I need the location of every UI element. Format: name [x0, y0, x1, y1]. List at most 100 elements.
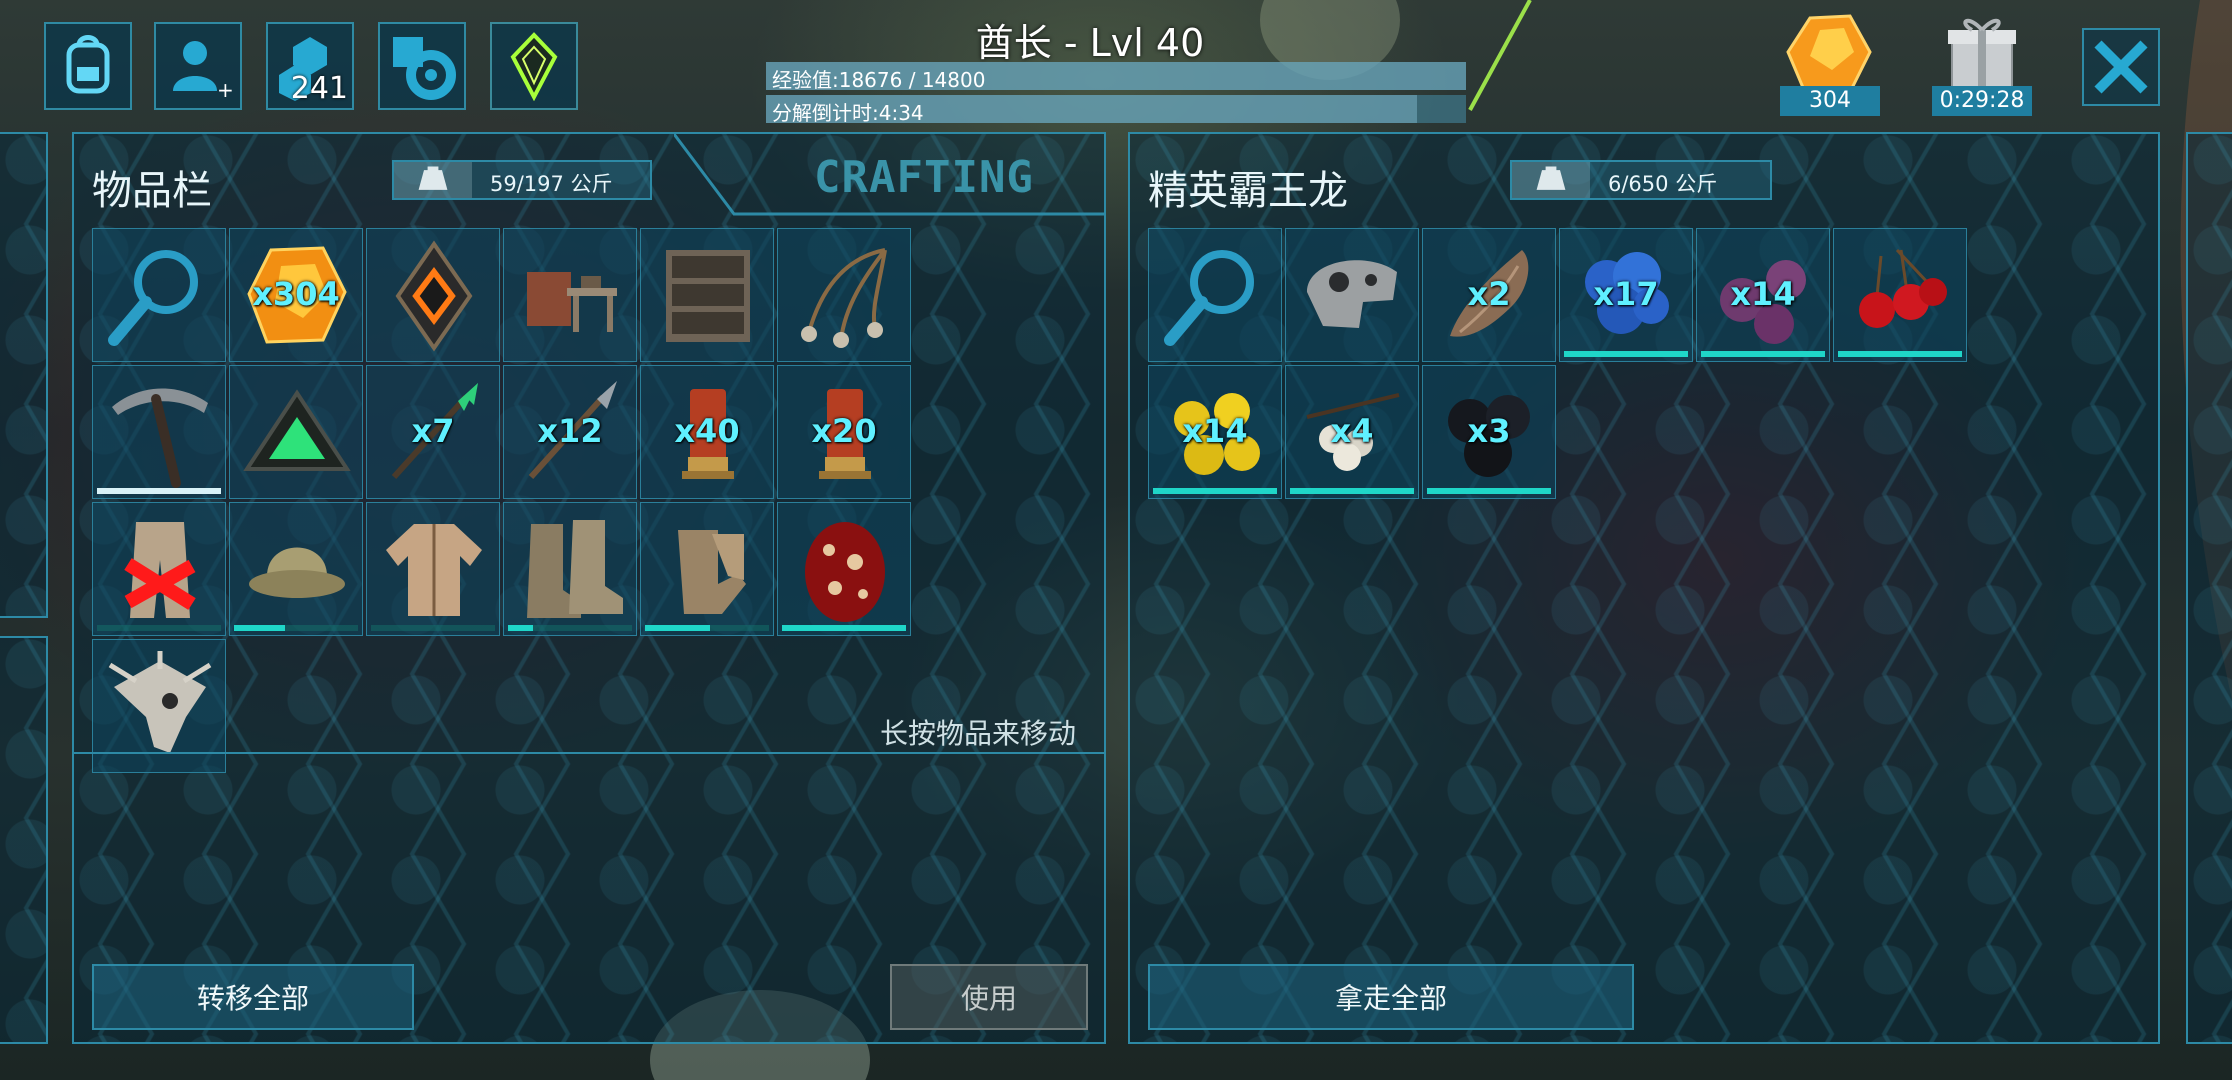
amber-currency[interactable]: 304 — [1780, 12, 1880, 116]
item-quantity: x3 — [1467, 412, 1511, 450]
item-slot[interactable] — [229, 365, 363, 499]
search-icon — [108, 250, 198, 346]
weight-icon — [418, 166, 448, 190]
item-slot[interactable]: x4 — [1285, 365, 1419, 499]
item-slot[interactable] — [503, 228, 637, 362]
gift-timer: 0:29:28 — [1932, 86, 2032, 116]
inventory-weight-value: 59/197 公斤 — [490, 172, 613, 196]
dino-weight-value: 6/650 公斤 — [1608, 172, 1718, 196]
settings-button[interactable] — [378, 22, 466, 110]
item-slot[interactable]: x17 — [1559, 228, 1693, 362]
durability-bar — [234, 625, 286, 631]
close-icon — [2094, 40, 2148, 94]
move-hint: 长按物品来移动 — [879, 717, 1076, 750]
durability-bar — [1838, 351, 1962, 357]
item-slot[interactable] — [1833, 228, 1967, 362]
durability-bar — [1564, 351, 1688, 357]
add-player-icon: + — [173, 41, 233, 101]
decay-label: 分解倒计时:4:34 — [772, 101, 924, 125]
left-edge-panel-lower — [0, 636, 48, 1044]
page-title: 酋长 - Lvl 40 — [975, 21, 1205, 65]
durability-bar — [645, 625, 710, 631]
shirt-icon — [386, 524, 482, 616]
inventory-button[interactable] — [44, 22, 132, 110]
item-slot[interactable]: x20 — [777, 365, 911, 499]
settings-icon — [393, 37, 456, 100]
broken-pants-icon — [124, 522, 196, 618]
weight-icon — [1536, 166, 1566, 190]
amber-icon — [1786, 14, 1872, 92]
item-slot[interactable]: x14 — [1148, 365, 1282, 499]
dino-title: 精英霸王龙 — [1148, 168, 1348, 214]
inventory-panel: 物品栏 59/197 公斤 CRAFTING x304 x7 x12 x40 x20 长… — [72, 132, 1106, 1044]
inventory-title: 物品栏 — [92, 168, 212, 214]
durability-bar — [782, 625, 906, 631]
left-edge-panel — [0, 132, 48, 618]
item-slot[interactable]: x14 — [1696, 228, 1830, 362]
boots-icon — [527, 520, 623, 618]
take-all-button[interactable]: 拿走全部 — [1148, 964, 1634, 1030]
inventory-weight: 59/197 公斤 — [392, 160, 652, 200]
item-slot[interactable]: x12 — [503, 365, 637, 499]
item-quantity: x14 — [1730, 275, 1796, 313]
transfer-all-button[interactable]: 转移全部 — [92, 964, 414, 1030]
item-slot[interactable] — [366, 228, 500, 362]
item-quantity: x20 — [811, 412, 877, 450]
item-slot[interactable]: x2 — [1422, 228, 1556, 362]
search-icon — [1164, 250, 1254, 346]
tab-crafting[interactable]: CRAFTING — [814, 152, 1034, 203]
engram-points-button[interactable]: 241 — [266, 22, 354, 110]
item-quantity: x40 — [674, 412, 740, 450]
durability-track — [97, 625, 221, 631]
item-quantity: x4 — [1330, 412, 1374, 450]
use-button[interactable]: 使用 — [890, 964, 1088, 1030]
xp-label: 经验值:18676 / 14800 — [772, 68, 986, 92]
item-slot[interactable] — [92, 502, 226, 636]
durability-bar — [97, 488, 221, 494]
item-slot[interactable]: x304 — [229, 228, 363, 362]
divider — [74, 752, 1104, 754]
tek-button[interactable] — [490, 22, 578, 110]
egg-icon — [805, 522, 885, 622]
item-quantity: x304 — [252, 275, 340, 313]
dino-inventory-panel: 精英霸王龙 6/650 公斤 x2 x17 x14 x14 x4 x3 拿走全部 — [1128, 132, 2160, 1044]
gift-box-icon — [1948, 18, 2016, 89]
item-quantity: x2 — [1467, 275, 1511, 313]
item-quantity: x7 — [411, 412, 455, 450]
pickaxe-icon — [112, 388, 208, 488]
decay-bar: 分解倒计时:4:34 — [766, 95, 1466, 125]
add-player-button[interactable]: + — [154, 22, 242, 110]
item-slot[interactable]: x3 — [1422, 365, 1556, 499]
item-slot[interactable] — [1148, 228, 1282, 362]
item-quantity: x17 — [1593, 275, 1659, 313]
gift-reward[interactable]: 0:29:28 — [1932, 12, 2032, 116]
rex-skull-icon — [1307, 260, 1397, 328]
item-slot[interactable]: x40 — [640, 365, 774, 499]
item-slot[interactable] — [366, 502, 500, 636]
xp-bar: 经验值:18676 / 14800 — [766, 62, 1466, 92]
item-slot[interactable]: x7 — [366, 365, 500, 499]
item-slot[interactable] — [92, 228, 226, 362]
durability-bar — [1153, 488, 1277, 494]
tek-triangle-icon — [243, 389, 351, 471]
item-slot[interactable] — [640, 228, 774, 362]
durability-bar — [1290, 488, 1414, 494]
right-edge-panel — [2186, 132, 2232, 1044]
item-slot[interactable] — [777, 502, 911, 636]
item-quantity: x12 — [537, 412, 603, 450]
item-slot[interactable] — [1285, 228, 1419, 362]
smithy-icon — [527, 272, 617, 332]
item-slot[interactable] — [640, 502, 774, 636]
hat-icon — [249, 547, 345, 598]
gloves-icon — [678, 530, 746, 614]
item-quantity: x14 — [1182, 412, 1248, 450]
durability-track — [371, 625, 495, 631]
trike-skull-icon — [108, 651, 212, 753]
item-slot[interactable] — [777, 228, 911, 362]
backpack-icon — [66, 35, 110, 94]
item-slot[interactable] — [503, 502, 637, 636]
engram-points-count: 241 — [290, 71, 348, 106]
item-slot[interactable] — [229, 502, 363, 636]
item-slot[interactable] — [92, 365, 226, 499]
close-button[interactable] — [2082, 28, 2160, 106]
